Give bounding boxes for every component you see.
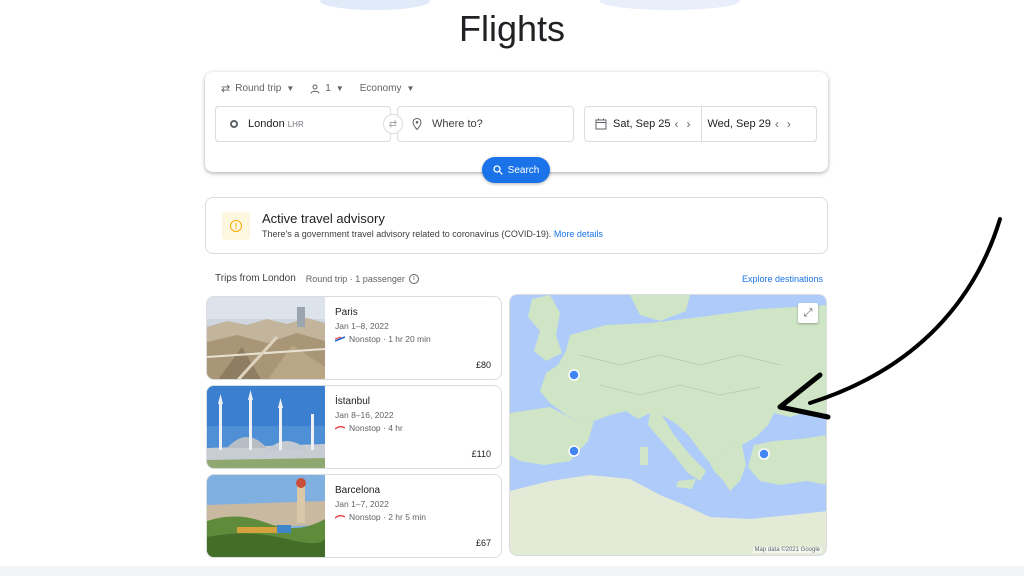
travel-advisory: ! Active travel advisory There's a gover… xyxy=(205,197,828,254)
destination-flight-info: Nonstop · 2 hr 5 min xyxy=(349,512,427,522)
destinations-map[interactable]: ⤢ Map data ©2021 Google xyxy=(509,294,827,556)
airline-logo-icon xyxy=(335,336,345,342)
destination-info: Paris Jan 1–8, 2022 Nonstop · 1 hr 20 mi… xyxy=(335,307,431,344)
destination-field[interactable]: Where to? xyxy=(397,106,574,142)
trips-header: Trips from London Round trip · 1 passeng… xyxy=(215,273,419,284)
location-pin-icon xyxy=(412,118,422,130)
destination-info: Barcelona Jan 1–7, 2022 Nonstop · 2 hr 5… xyxy=(335,485,426,522)
passengers-count: 1 xyxy=(325,83,331,94)
search-options: ⇄ Round trip ▼ 1 ▼ Economy ▼ xyxy=(221,82,414,95)
destination-placeholder: Where to? xyxy=(432,118,483,130)
caret-down-icon: ▼ xyxy=(406,84,415,93)
chevron-left-icon[interactable]: ‹ xyxy=(671,117,683,131)
advisory-text: There's a government travel advisory rel… xyxy=(262,229,603,239)
trip-type-select[interactable]: ⇄ Round trip ▼ xyxy=(221,82,294,95)
destination-dates: Jan 1–7, 2022 xyxy=(335,499,389,509)
depart-date[interactable]: Sat, Sep 25 xyxy=(595,118,671,130)
destination-dates: Jan 8–16, 2022 xyxy=(335,410,394,420)
destination-name: Barcelona xyxy=(335,485,381,496)
date-divider xyxy=(700,106,702,142)
chevron-left-icon[interactable]: ‹ xyxy=(771,117,783,131)
advisory-body: There's a government travel advisory rel… xyxy=(262,229,552,239)
trips-subheading-label: Round trip · 1 passenger xyxy=(305,273,405,284)
explore-destinations-link[interactable]: Explore destinations xyxy=(742,274,823,284)
more-details-link[interactable]: More details xyxy=(554,229,603,239)
depart-date-label: Sat, Sep 25 xyxy=(613,118,671,130)
caret-down-icon: ▼ xyxy=(286,84,295,93)
passengers-select[interactable]: 1 ▼ xyxy=(310,82,344,95)
origin-city: London xyxy=(248,118,285,130)
destination-name: İstanbul xyxy=(335,396,371,407)
istanbul-photo xyxy=(207,386,325,468)
origin-code: LHR xyxy=(287,120,304,129)
caret-down-icon: ▼ xyxy=(335,84,344,93)
calendar-icon xyxy=(595,118,607,130)
info-icon[interactable]: i xyxy=(408,273,419,284)
return-date[interactable]: Wed, Sep 29 xyxy=(708,118,771,130)
search-button[interactable]: Search xyxy=(482,157,550,183)
person-icon xyxy=(310,84,320,94)
return-date-label: Wed, Sep 29 xyxy=(707,118,771,130)
destination-price: £80 xyxy=(475,360,491,370)
destination-flight: Nonstop · 4 hr xyxy=(335,423,403,433)
swap-arrows-icon: ⇄ xyxy=(388,118,398,130)
destination-flight: Nonstop · 2 hr 5 min xyxy=(335,512,426,522)
destination-info: İstanbul Jan 8–16, 2022 Nonstop · 4 hr xyxy=(335,396,403,433)
chevron-right-icon[interactable]: › xyxy=(683,117,695,131)
destination-flight-info: Nonstop · 1 hr 20 min xyxy=(349,334,431,344)
airline-logo-icon xyxy=(335,515,345,519)
origin-field[interactable]: London LHR xyxy=(215,106,391,142)
destination-flight-info: Nonstop · 4 hr xyxy=(349,423,403,433)
cabin-select[interactable]: Economy ▼ xyxy=(360,82,415,95)
expand-map-button[interactable]: ⤢ xyxy=(798,303,818,323)
destination-flight: Nonstop · 1 hr 20 min xyxy=(335,334,431,344)
destination-price: £110 xyxy=(471,449,491,459)
warning-icon: ! xyxy=(230,220,242,232)
trips-subheading: Round trip · 1 passenger i xyxy=(305,273,419,284)
search-icon xyxy=(493,165,503,175)
destination-card-barcelona[interactable]: Barcelona Jan 1–7, 2022 Nonstop · 2 hr 5… xyxy=(206,474,502,558)
airline-logo-icon xyxy=(335,426,345,430)
destination-price: £67 xyxy=(475,538,491,548)
map-canvas xyxy=(510,295,826,555)
bottom-bar xyxy=(0,566,1024,576)
advisory-title: Active travel advisory xyxy=(262,211,385,226)
paris-photo xyxy=(207,297,325,379)
search-button-label: Search xyxy=(507,164,540,176)
swap-button[interactable]: ⇄ xyxy=(383,114,403,134)
destination-card-istanbul[interactable]: İstanbul Jan 8–16, 2022 Nonstop · 4 hr £… xyxy=(206,385,502,469)
chevron-right-icon[interactable]: › xyxy=(783,117,795,131)
barcelona-photo xyxy=(207,475,325,557)
swap-icon: ⇄ xyxy=(221,83,231,95)
expand-icon: ⤢ xyxy=(803,306,813,319)
trips-heading: Trips from London xyxy=(215,273,296,284)
destination-name: Paris xyxy=(335,307,358,318)
advisory-icon-box: ! xyxy=(222,212,250,240)
trip-type-label: Round trip xyxy=(235,83,282,94)
destination-card-paris[interactable]: Paris Jan 1–8, 2022 Nonstop · 1 hr 20 mi… xyxy=(206,296,502,380)
date-range-field[interactable]: Sat, Sep 25 ‹ › Wed, Sep 29 ‹ › xyxy=(584,106,817,142)
origin-circle-icon xyxy=(230,120,238,128)
destination-dates: Jan 1–8, 2022 xyxy=(335,321,389,331)
page-title: Flights xyxy=(458,8,566,49)
cabin-label: Economy xyxy=(359,83,402,94)
map-credit: Map data ©2021 Google xyxy=(752,547,822,553)
